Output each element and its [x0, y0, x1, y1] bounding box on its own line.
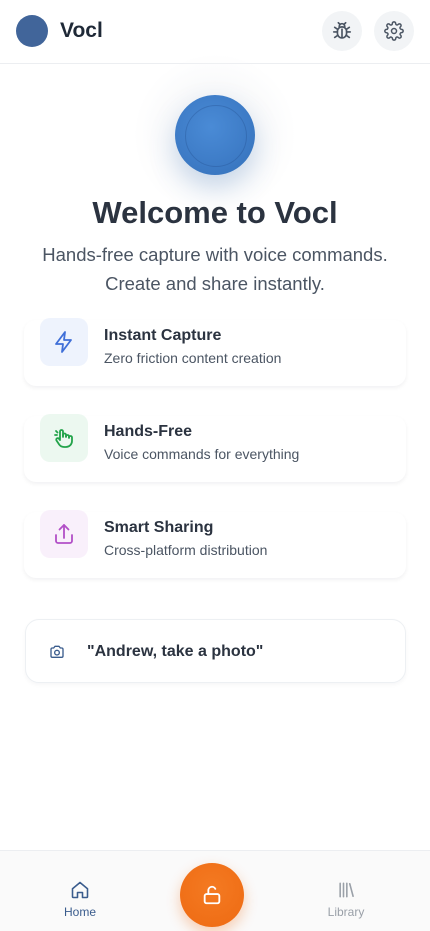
library-icon: [339, 882, 354, 898]
feature-icon-box: [40, 318, 88, 366]
unlock-icon: [203, 885, 221, 905]
feature-card-hands-free: Hands-Free Voice commands for everything: [24, 414, 406, 482]
feature-icon-box: [40, 510, 88, 558]
app-name: Vocl: [60, 19, 103, 42]
feature-title: Smart Sharing: [104, 519, 214, 536]
voice-command-example: "Andrew, take a photo": [25, 619, 406, 683]
home-icon: [71, 881, 89, 899]
app-logo: [16, 15, 48, 47]
bug-icon: [332, 21, 352, 39]
voice-command-text: "Andrew, take a photo": [87, 643, 264, 660]
feature-description: Zero friction content creation: [104, 350, 282, 366]
nav-library-label: Library: [327, 905, 365, 919]
nav-home[interactable]: Home: [40, 851, 120, 931]
feature-card-smart-sharing: Smart Sharing Cross-platform distributio…: [24, 510, 406, 578]
share-upload-icon: [55, 524, 73, 544]
lightning-icon: [55, 331, 72, 353]
page-title: Welcome to Vocl: [92, 195, 338, 230]
debug-button[interactable]: [322, 11, 362, 51]
camera-icon: [50, 645, 64, 658]
nav-library[interactable]: Library: [306, 851, 386, 931]
nav-home-label: Home: [63, 905, 96, 919]
feature-title: Instant Capture: [104, 327, 222, 344]
voice-orb[interactable]: [175, 95, 255, 175]
feature-icon-box: [40, 414, 88, 462]
feature-card-instant-capture: Instant Capture Zero friction content cr…: [24, 318, 406, 386]
feature-description: Cross-platform distribution: [104, 542, 268, 558]
unlock-button[interactable]: [180, 863, 244, 927]
hand-gesture-icon: [54, 429, 73, 448]
page-subtitle: Hands-free capture with voice commands. …: [42, 244, 388, 294]
gear-icon: [384, 21, 404, 41]
feature-description: Voice commands for everything: [104, 446, 300, 462]
feature-title: Hands-Free: [104, 423, 193, 440]
settings-button[interactable]: [374, 11, 414, 51]
